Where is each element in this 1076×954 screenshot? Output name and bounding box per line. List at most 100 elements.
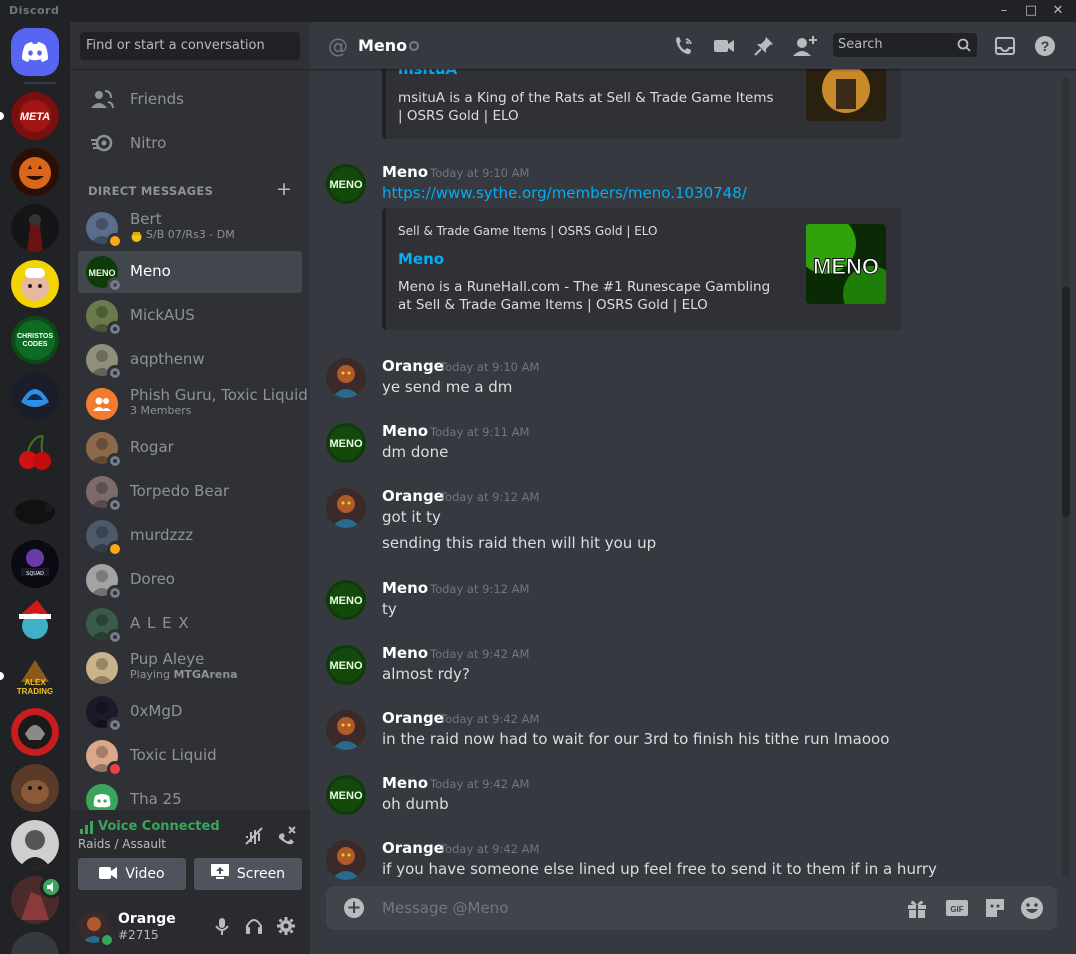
message-avatar[interactable]: MENO: [326, 645, 366, 685]
minimize-icon[interactable]: –: [993, 2, 1015, 20]
dm-item[interactable]: Pup Aleye Playing MTGArena: [78, 647, 302, 689]
nav-nitro-label: Nitro: [130, 134, 167, 152]
sticker-icon[interactable]: [983, 896, 1007, 920]
microphone-icon[interactable]: [212, 916, 232, 940]
message-author[interactable]: Orange: [382, 487, 444, 505]
video-button[interactable]: Video: [78, 858, 186, 890]
dm-item[interactable]: Toxic Liquid: [78, 735, 302, 777]
message-avatar[interactable]: MENO: [326, 775, 366, 815]
message-avatar[interactable]: MENO: [326, 423, 366, 463]
message-avatar[interactable]: MENO: [326, 580, 366, 620]
message-text: almost rdy?: [382, 665, 470, 683]
gif-icon[interactable]: GIF: [945, 896, 969, 920]
voice-channel-link[interactable]: Raids / Assault: [78, 837, 166, 851]
header-search-input[interactable]: Search: [833, 33, 977, 57]
embed-title[interactable]: Meno: [398, 250, 444, 268]
dm-name: Phish Guru, Toxic Liquid: [130, 386, 308, 404]
dm-item[interactable]: MENO Meno: [78, 251, 302, 293]
server-alex-trading[interactable]: ALEX TRADING: [11, 652, 59, 700]
dm-item[interactable]: Rogar: [78, 427, 302, 469]
embed-thumbnail[interactable]: [806, 69, 886, 121]
message-avatar[interactable]: [326, 358, 366, 398]
message-author[interactable]: Meno: [382, 644, 428, 662]
svg-text:TRADING: TRADING: [17, 687, 53, 696]
emoji-icon[interactable]: [1020, 896, 1044, 920]
svg-text:MENO: MENO: [330, 179, 363, 191]
dm-item[interactable]: Doreo: [78, 559, 302, 601]
server-rat[interactable]: [11, 484, 59, 532]
create-dm-button[interactable]: +: [276, 178, 292, 200]
dm-item[interactable]: 0xMgD: [78, 691, 302, 733]
dm-status-offline: [107, 497, 123, 513]
add-server-button[interactable]: [11, 932, 59, 954]
dm-item[interactable]: murdzzz: [78, 515, 302, 557]
inbox-icon[interactable]: [993, 34, 1017, 58]
embed-provider: Sell & Trade Game Items | OSRS Gold | EL…: [398, 224, 658, 238]
help-icon[interactable]: ?: [1033, 34, 1057, 58]
server-portrait[interactable]: [11, 820, 59, 868]
message-avatar[interactable]: [326, 488, 366, 528]
embed-thumbnail[interactable]: MENO: [806, 224, 886, 304]
dm-item[interactable]: Bert S/B 07/Rs3 - DM: [78, 207, 302, 249]
pinned-messages-icon[interactable]: [752, 34, 776, 58]
dm-name: Rogar: [130, 438, 174, 456]
server-dark-warrior[interactable]: [11, 204, 59, 252]
message-author[interactable]: Meno: [382, 579, 428, 597]
message-author[interactable]: Meno: [382, 163, 428, 181]
message-embed: Sell & Trade Game Items | OSRS Gold | EL…: [382, 208, 902, 330]
server-chef[interactable]: [11, 260, 59, 308]
dm-item[interactable]: A L E X: [78, 603, 302, 645]
server-dog[interactable]: [11, 764, 59, 812]
home-button[interactable]: [11, 28, 59, 76]
close-icon[interactable]: ✕: [1047, 2, 1069, 20]
voice-call-icon[interactable]: [672, 34, 696, 58]
server-santa[interactable]: [11, 596, 59, 644]
maximize-icon[interactable]: □: [1020, 2, 1042, 20]
message-author[interactable]: Orange: [382, 709, 444, 727]
activity-game: MTGArena: [173, 668, 238, 681]
dm-item[interactable]: aqpthenw: [78, 339, 302, 381]
server-rail: META CHRISTOS CODES SQUAD ALEX TRADING: [0, 22, 70, 954]
message-link[interactable]: https://www.sythe.org/members/meno.10307…: [382, 184, 747, 202]
signal-icon: [80, 819, 94, 838]
server-blue-helmet[interactable]: [11, 372, 59, 420]
message-author[interactable]: Orange: [382, 839, 444, 857]
server-cherry[interactable]: [11, 428, 59, 476]
dm-item[interactable]: Torpedo Bear: [78, 471, 302, 513]
dm-item[interactable]: MickAUS: [78, 295, 302, 337]
dm-status-offline: [107, 453, 123, 469]
server-helmet[interactable]: [11, 708, 59, 756]
add-friends-to-dm-icon[interactable]: [792, 34, 817, 58]
server-pumpkin[interactable]: [11, 148, 59, 196]
nav-nitro[interactable]: Nitro: [78, 122, 302, 164]
embed-title[interactable]: msituA: [398, 69, 457, 78]
video-call-icon[interactable]: [712, 34, 736, 58]
server-christos-codes[interactable]: CHRISTOS CODES: [11, 316, 59, 364]
server-squad[interactable]: SQUAD: [11, 540, 59, 588]
message-author[interactable]: Meno: [382, 774, 428, 792]
upload-plus-icon[interactable]: +: [344, 898, 364, 918]
message-avatar[interactable]: [326, 840, 366, 880]
message-avatar[interactable]: MENO: [326, 164, 366, 204]
dm-name: MickAUS: [130, 306, 195, 324]
message-input[interactable]: Message @Meno: [382, 899, 508, 917]
message-author[interactable]: Orange: [382, 357, 444, 375]
nav-friends[interactable]: Friends: [78, 78, 302, 120]
headphones-icon[interactable]: [244, 916, 264, 940]
message-text: got it ty: [382, 508, 441, 526]
message-composer: + Message @Meno GIF: [326, 886, 1057, 930]
message-author[interactable]: Meno: [382, 422, 428, 440]
dm-item[interactable]: Phish Guru, Toxic Liquid 3 Members: [78, 383, 308, 425]
disconnect-icon[interactable]: [276, 824, 298, 850]
voice-panel: Voice Connected Raids / Assault Video Sc…: [70, 810, 310, 901]
screen-share-button[interactable]: Screen: [194, 858, 302, 890]
message-timestamp: Today at 9:11 AM: [430, 425, 530, 439]
gift-icon[interactable]: [905, 896, 929, 920]
settings-gear-icon[interactable]: [276, 916, 296, 940]
dm-search-input[interactable]: Find or start a conversation: [80, 32, 300, 60]
message-avatar[interactable]: [326, 710, 366, 750]
scrollbar-thumb[interactable]: [1062, 287, 1070, 517]
noise-suppression-icon[interactable]: [244, 826, 264, 850]
message-text: ye send me a dm: [382, 378, 513, 396]
server-meta[interactable]: META: [11, 92, 59, 140]
